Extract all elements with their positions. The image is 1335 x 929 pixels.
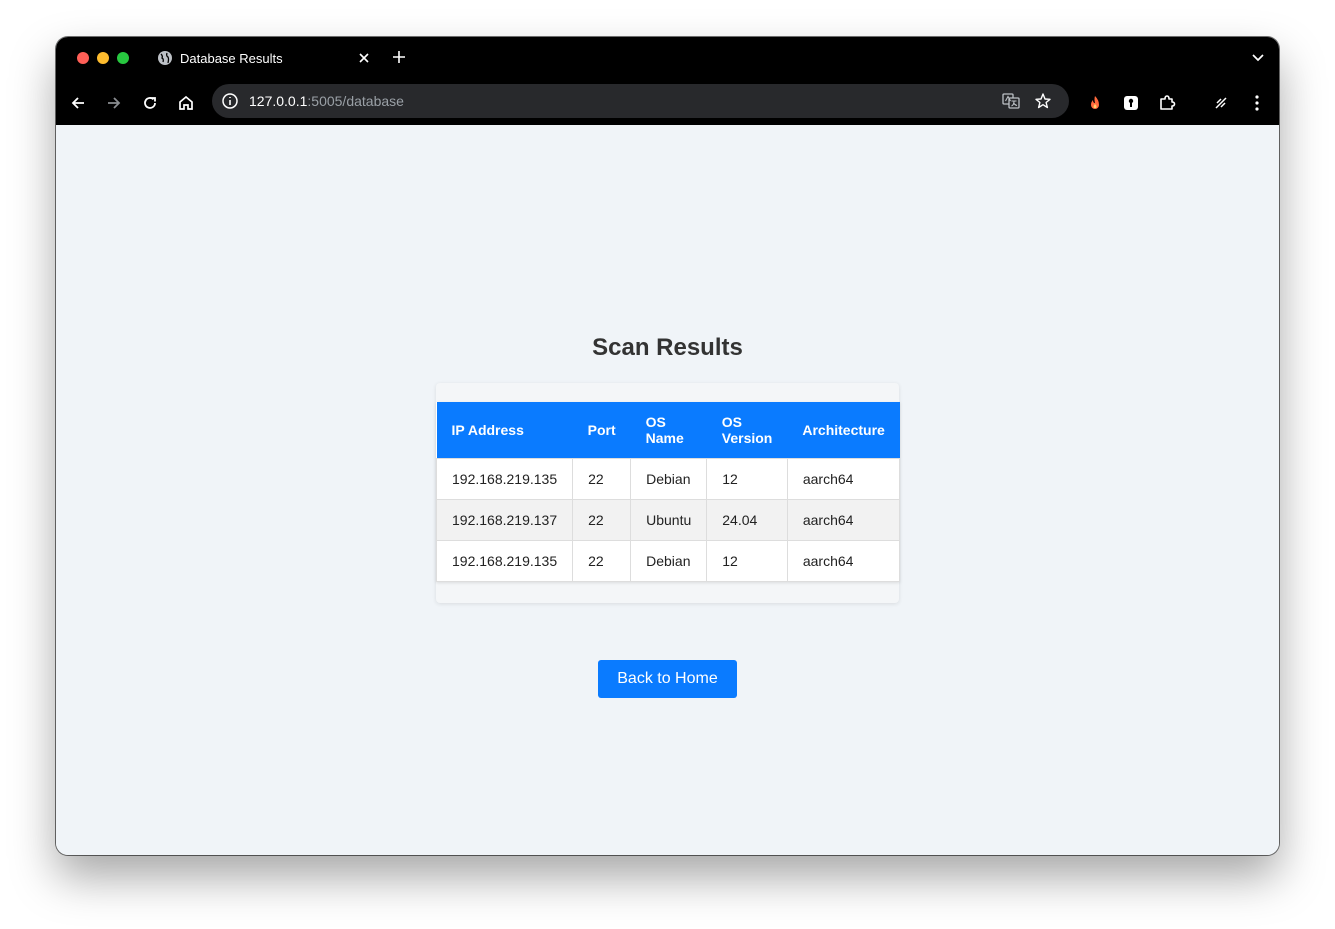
- site-info-icon[interactable]: [221, 92, 239, 110]
- browser-window: Database Results 127.0.0.1:5005/database…: [56, 37, 1279, 855]
- page-title: Scan Results: [592, 334, 743, 361]
- chevron-down-icon[interactable]: [1251, 52, 1265, 64]
- translate-icon[interactable]: [1002, 92, 1020, 110]
- cell-os-name: Ubuntu: [630, 498, 708, 541]
- close-icon[interactable]: [357, 51, 371, 65]
- globe-icon: [158, 51, 172, 65]
- cell-os-version: 24.04: [706, 498, 788, 541]
- tab-title: Database Results: [180, 51, 283, 66]
- results-table: IP Address Port OS Name OS Version Archi…: [435, 402, 901, 582]
- results-table-container: IP Address Port OS Name OS Version Archi…: [435, 383, 901, 603]
- address-bar[interactable]: 127.0.0.1:5005/database: [212, 84, 1069, 118]
- more-menu-icon[interactable]: [1247, 93, 1267, 113]
- extensions-puzzle-icon[interactable]: [1157, 93, 1177, 113]
- cell-port: 22: [572, 498, 632, 541]
- back-to-home-button[interactable]: Back to Home: [598, 660, 737, 698]
- table-header-row: IP Address Port OS Name OS Version Archi…: [436, 402, 900, 458]
- table-row: 192.168.219.135 22 Debian 12 aarch64: [435, 539, 901, 582]
- profile-icon[interactable]: [1211, 93, 1231, 113]
- table-row: 192.168.219.137 22 Ubuntu 24.04 aarch64: [435, 498, 901, 541]
- cell-os-version: 12: [706, 457, 788, 500]
- new-tab-button[interactable]: [392, 50, 406, 64]
- key-extension-icon[interactable]: [1121, 93, 1141, 113]
- cell-port: 22: [572, 539, 632, 582]
- bookmark-star-icon[interactable]: [1034, 92, 1052, 110]
- cell-os-name: Debian: [630, 457, 708, 500]
- forward-arrow-icon[interactable]: [104, 93, 124, 113]
- tab-database-results[interactable]: Database Results: [144, 43, 384, 81]
- reload-icon[interactable]: [140, 93, 160, 113]
- back-arrow-icon[interactable]: [68, 93, 88, 113]
- close-window-button[interactable]: [77, 52, 89, 64]
- column-header-architecture: Architecture: [787, 402, 900, 458]
- cell-architecture: aarch64: [786, 457, 901, 500]
- cell-ip-address: 192.168.219.137: [435, 498, 574, 541]
- column-header-port: Port: [572, 402, 631, 458]
- url-path: :5005/database: [307, 93, 404, 109]
- maximize-window-button[interactable]: [117, 52, 129, 64]
- cell-os-version: 12: [706, 539, 788, 582]
- page-viewport: Scan Results IP Address Port OS Name OS …: [56, 125, 1279, 855]
- column-header-os-version: OS Version: [706, 402, 788, 458]
- table-row: 192.168.219.135 22 Debian 12 aarch64: [435, 457, 901, 500]
- cell-ip-address: 192.168.219.135: [435, 539, 574, 582]
- cell-os-name: Debian: [630, 539, 708, 582]
- browser-toolbar: 127.0.0.1:5005/database: [56, 81, 1279, 125]
- url-text[interactable]: 127.0.0.1:5005/database: [249, 93, 404, 109]
- cell-port: 22: [572, 457, 632, 500]
- url-host: 127.0.0.1: [249, 93, 308, 109]
- fire-extension-icon[interactable]: [1085, 93, 1105, 113]
- column-header-os-name: OS Name: [630, 402, 707, 458]
- tab-strip: Database Results: [56, 37, 1279, 81]
- cell-architecture: aarch64: [786, 498, 901, 541]
- home-icon[interactable]: [176, 93, 196, 113]
- cell-architecture: aarch64: [786, 539, 901, 582]
- minimize-window-button[interactable]: [97, 52, 109, 64]
- cell-ip-address: 192.168.219.135: [435, 457, 574, 500]
- column-header-ip-address: IP Address: [436, 402, 573, 458]
